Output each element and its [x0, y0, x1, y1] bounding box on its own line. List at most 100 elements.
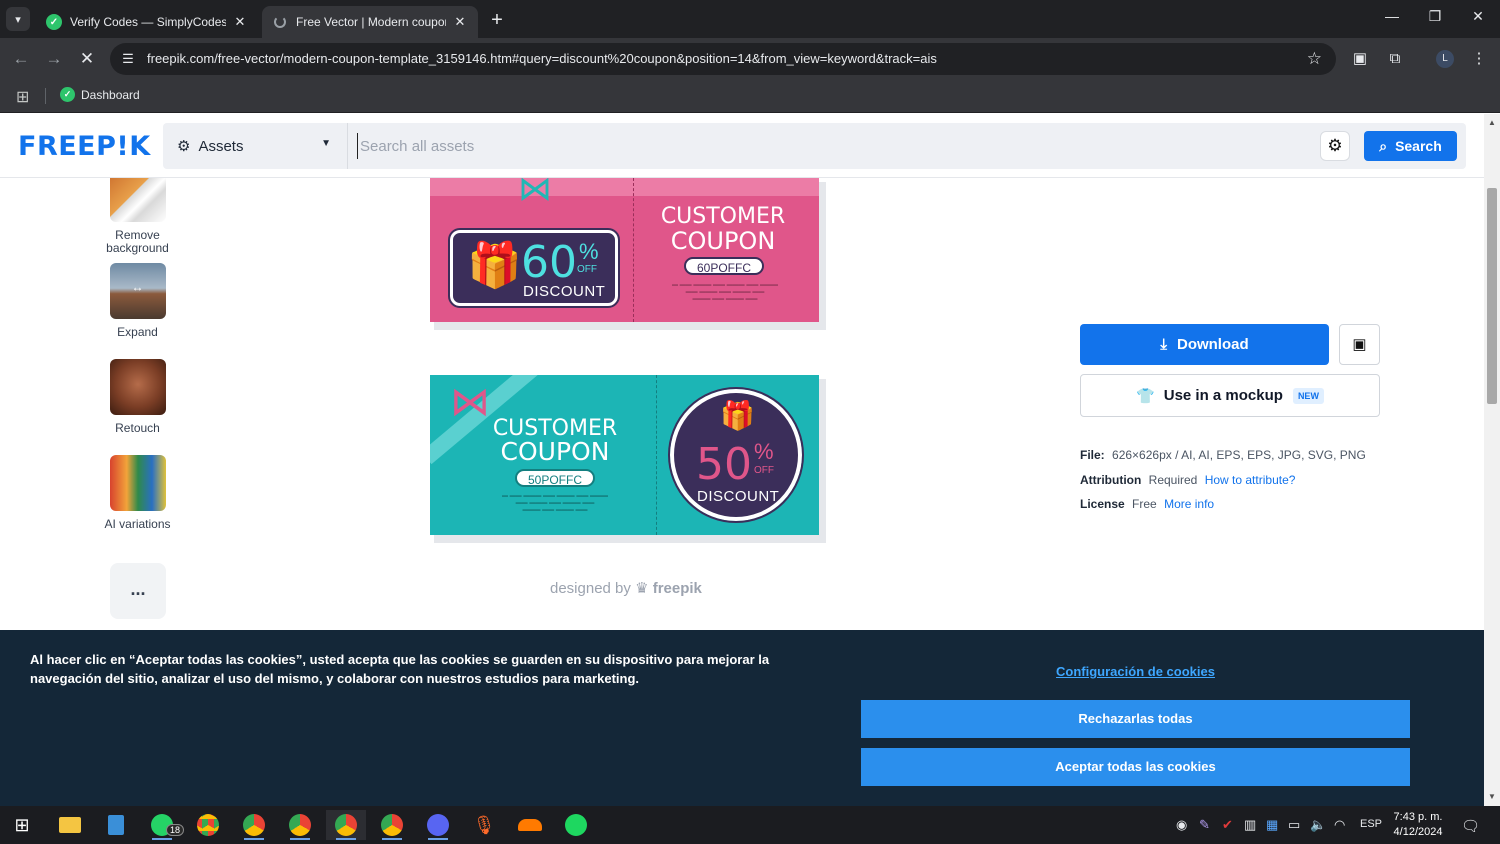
coupon-title-line1: CUSTOMER	[660, 204, 786, 229]
designed-by-brand: freepik	[652, 580, 702, 597]
bookmark-dashboard[interactable]: ✓ Dashboard	[60, 87, 140, 102]
scroll-down-icon[interactable]: ▼	[1488, 792, 1496, 801]
scrollbar-thumb[interactable]	[1487, 188, 1497, 404]
voice-recorder-app[interactable]: 🎙	[464, 810, 504, 840]
extension-icon[interactable]: ▣	[1350, 49, 1370, 69]
off-label: OFF	[754, 465, 774, 476]
whatsapp-app[interactable]: 18	[142, 810, 185, 840]
chrome-profile-app[interactable]	[372, 810, 412, 840]
new-badge: NEW	[1292, 387, 1324, 404]
chrome-app[interactable]	[188, 810, 228, 840]
volume-icon[interactable]: 🔈	[1310, 817, 1326, 833]
mockup-label: Use in a mockup	[1163, 387, 1283, 404]
discount-label: DISCOUNT	[697, 488, 780, 505]
search-button-label: Search	[1395, 138, 1442, 154]
percent-sign: %	[754, 439, 774, 464]
tool-remove-background[interactable]: Remove background	[100, 178, 175, 255]
image-icon: ▣	[1352, 336, 1367, 353]
more-tools-button[interactable]: ...	[110, 563, 166, 619]
ribbon-bow-icon: ⋈	[518, 178, 552, 208]
tool-retouch[interactable]: Retouch	[100, 359, 175, 435]
browser-menu-icon[interactable]: ⋮	[1469, 49, 1489, 69]
tool-expand[interactable]: ↔ Expand	[100, 263, 175, 339]
calculator-app[interactable]	[96, 810, 136, 840]
search-settings-button[interactable]: ⚙	[1320, 131, 1350, 161]
coupon-code: 50POFFC	[515, 469, 595, 487]
asset-type-select[interactable]: ⚙ Assets ▼	[163, 123, 348, 169]
file-label: File:	[1080, 448, 1105, 462]
notification-badge: 18	[166, 824, 185, 836]
language-indicator[interactable]: ESP	[1360, 818, 1382, 830]
close-tab-icon[interactable]: ✕	[232, 14, 248, 30]
download-label: Download	[1176, 336, 1249, 353]
spotify-app[interactable]	[556, 810, 596, 840]
soundcloud-icon	[518, 819, 542, 831]
attribution-value: Required	[1148, 473, 1198, 487]
minimize-icon[interactable]: —	[1377, 8, 1407, 24]
stop-loading-icon[interactable]: ✕	[76, 48, 98, 70]
start-button[interactable]: ⊞	[2, 810, 42, 840]
notifications-icon[interactable]: 🗨	[1461, 817, 1480, 835]
reject-all-cookies-button[interactable]: Rechazarlas todas	[861, 700, 1410, 738]
forward-arrow-icon[interactable]: →	[43, 48, 65, 70]
site-info-icon[interactable]: ☰	[120, 51, 136, 67]
coupon-fine-print: ▬ ▬▬ ▬▬▬ ▬▬ ▬▬▬ ▬▬ ▬▬▬ ▬▬ ▬▬▬ ▬▬ ▬▬▬ ▬▬ ▬▬…	[671, 282, 778, 302]
chrome-icon	[197, 814, 219, 836]
url-text[interactable]: freepik.com/free-vector/modern-coupon-te…	[147, 51, 937, 66]
main-content: Remove background ↔ Expand Retouch AI va…	[0, 178, 1484, 630]
search-bar: ⚙ Assets ▼ ⚙ ⌕ Search	[163, 123, 1466, 169]
antivirus-tray-icon[interactable]: ✔	[1222, 817, 1233, 833]
cookie-settings-link[interactable]: Configuración de cookies	[861, 664, 1410, 679]
file-explorer-app[interactable]	[50, 810, 90, 840]
more-info-link[interactable]: More info	[1164, 497, 1214, 511]
close-window-icon[interactable]: ✕	[1463, 8, 1493, 25]
tab-title: Free Vector | Modern coupon te	[296, 15, 446, 29]
new-tab-button[interactable]: +	[486, 9, 508, 32]
ai-variations-thumbnail	[109, 455, 166, 511]
chrome-profile-app[interactable]	[280, 810, 320, 840]
chrome-icon	[289, 814, 311, 836]
feather-tray-icon[interactable]: ✎	[1199, 817, 1210, 833]
battery-icon[interactable]: ▭	[1288, 817, 1300, 833]
windows-logo-icon: ⊞	[14, 814, 30, 835]
discount-circle: 🎁 50 % OFF DISCOUNT	[668, 387, 804, 523]
download-button[interactable]: ⤓ Download	[1080, 324, 1329, 365]
search-input[interactable]	[357, 133, 1257, 159]
bookmark-star-icon[interactable]: ☆	[1307, 49, 1322, 69]
freepik-small-logo-icon: ♛	[635, 580, 649, 597]
freepik-logo[interactable]: FREEP!K	[18, 131, 151, 162]
tool-ai-variations[interactable]: AI variations	[100, 455, 175, 531]
page-scrollbar[interactable]: ▲ ▼	[1484, 114, 1500, 806]
how-to-attribute-link[interactable]: How to attribute?	[1205, 473, 1296, 487]
tab-search-button[interactable]: ▾	[6, 7, 30, 31]
app-tray-icon[interactable]: ▦	[1266, 817, 1278, 833]
profile-avatar[interactable]: L	[1436, 50, 1454, 68]
scroll-up-icon[interactable]: ▲	[1488, 118, 1496, 127]
tab-simplycodes[interactable]: ✓ Verify Codes — SimplyCodes ✕	[36, 6, 258, 38]
apps-grid-icon[interactable]: ⊞	[16, 87, 29, 107]
chrome-icon	[243, 814, 265, 836]
restore-icon[interactable]: ❐	[1420, 8, 1450, 25]
tab-freepik[interactable]: Free Vector | Modern coupon te ✕	[262, 6, 478, 38]
search-button[interactable]: ⌕ Search	[1364, 131, 1457, 161]
address-bar[interactable]: ☰ freepik.com/free-vector/modern-coupon-…	[110, 43, 1336, 75]
asset-type-label: Assets	[198, 137, 244, 155]
tshirt-icon: 👕	[1136, 387, 1155, 405]
chrome-profile-app[interactable]	[234, 810, 274, 840]
extensions-puzzle-icon[interactable]: ⧉	[1385, 49, 1405, 69]
close-tab-icon[interactable]: ✕	[452, 14, 468, 30]
chrome-profile-app-active[interactable]	[326, 810, 366, 840]
use-in-mockup-button[interactable]: 👕 Use in a mockup NEW	[1080, 374, 1380, 417]
wifi-icon[interactable]: ◠	[1334, 817, 1345, 833]
audio-levels-tray-icon[interactable]: ▥	[1244, 817, 1256, 833]
back-arrow-icon[interactable]: ←	[10, 48, 32, 70]
discord-app[interactable]	[418, 810, 458, 840]
discord-tray-icon[interactable]: ◉	[1176, 817, 1187, 833]
cookie-consent-banner: Al hacer clic en “Aceptar todas las cook…	[0, 630, 1484, 806]
image-preview-button[interactable]: ▣	[1339, 324, 1380, 365]
soundcloud-app[interactable]	[510, 810, 550, 840]
accept-all-cookies-button[interactable]: Aceptar todas las cookies	[861, 748, 1410, 786]
license-info: License Free More info	[1080, 497, 1214, 511]
coupon-code: 60POFFC	[684, 257, 764, 275]
system-clock[interactable]: 7:43 p. m. 4/12/2024	[1388, 810, 1448, 840]
